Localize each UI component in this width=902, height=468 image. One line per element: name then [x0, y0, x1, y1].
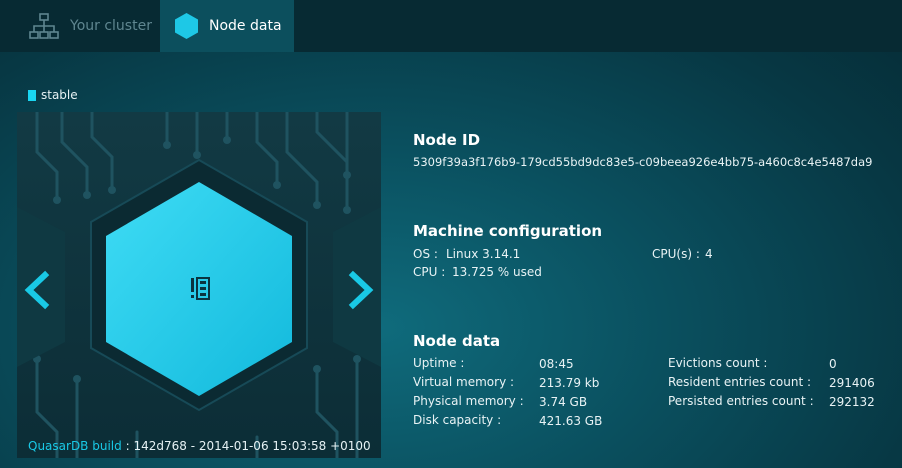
tab-node-data[interactable]: Node data — [160, 0, 294, 52]
uptime-value: 08:45 — [539, 357, 574, 371]
uptime-label: Uptime : — [413, 356, 465, 370]
node-visual-panel — [17, 110, 381, 460]
prev-plate — [17, 207, 65, 367]
resident-entries-value: 291406 — [829, 376, 875, 390]
cpu-label: CPU : — [413, 265, 446, 279]
node-status: stable — [28, 88, 78, 102]
build-label: QuasarDB build — [28, 439, 122, 453]
node-data-title: Node data — [413, 332, 501, 350]
build-info: QuasarDB build : 142d768 - 2014-01-06 15… — [28, 439, 371, 453]
next-plate — [333, 207, 381, 367]
cpu-value: 13.725 % used — [452, 265, 542, 279]
evictions-count-value: 0 — [829, 357, 837, 371]
circuit-board-background — [17, 110, 381, 460]
virtual-memory-value: 213.79 kb — [539, 376, 600, 390]
build-separator: : — [125, 439, 130, 453]
physical-memory-label: Physical memory : — [413, 394, 524, 408]
physical-memory-value: 3.74 GB — [539, 395, 588, 409]
build-value: 142d768 - 2014-01-06 15:03:58 +0100 — [133, 439, 371, 453]
disk-capacity-label: Disk capacity : — [413, 413, 502, 427]
node-id-value: 5309f39a3f176b9-179cd55bd9dc83e5-c09beea… — [413, 155, 873, 169]
resident-entries-label: Resident entries count : — [668, 375, 812, 389]
os-label: OS : — [413, 247, 438, 261]
node-id-title: Node ID — [413, 131, 481, 149]
top-nav-bar: Your cluster Node data — [0, 0, 902, 52]
machine-config-title: Machine configuration — [413, 222, 603, 240]
status-label: stable — [41, 88, 78, 102]
evictions-count-label: Evictions count : — [668, 356, 768, 370]
persisted-entries-label: Persisted entries count : — [668, 394, 814, 408]
tab-node-data-label: Node data — [209, 18, 282, 34]
cpus-label: CPU(s) : — [652, 247, 700, 261]
tab-your-cluster[interactable]: Your cluster — [0, 0, 160, 52]
network-tree-icon — [29, 13, 59, 39]
os-value: Linux 3.14.1 — [446, 247, 521, 261]
cpus-value: 4 — [705, 247, 713, 261]
persisted-entries-value: 292132 — [829, 395, 875, 409]
virtual-memory-label: Virtual memory : — [413, 375, 515, 389]
hexagon-icon — [175, 13, 198, 39]
tab-your-cluster-label: Your cluster — [70, 18, 152, 34]
disk-capacity-value: 421.63 GB — [539, 414, 603, 428]
status-indicator — [28, 89, 36, 101]
